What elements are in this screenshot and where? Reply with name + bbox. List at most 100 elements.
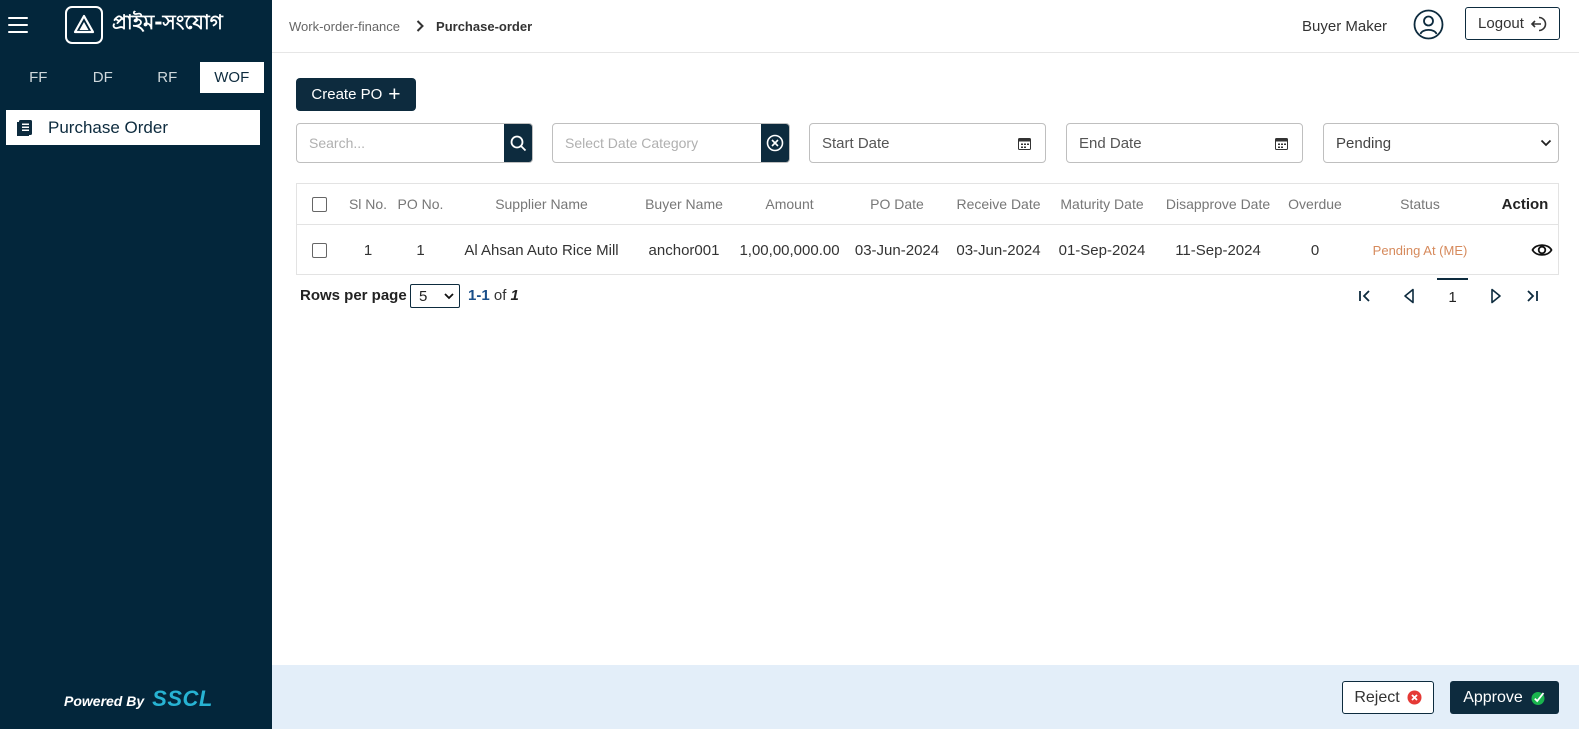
- row-checkbox[interactable]: [311, 242, 327, 258]
- rows-per-page-label: Rows per page: [300, 287, 407, 304]
- date-category-field: [552, 123, 790, 163]
- approve-button[interactable]: Approve: [1450, 681, 1559, 714]
- column-header-disapprove-date[interactable]: Disapprove Date: [1157, 184, 1279, 224]
- chevron-down-icon: [444, 292, 454, 299]
- finance-tabs: FF DF RF WOF: [6, 62, 264, 93]
- status-badge: Pending At (ME): [1372, 242, 1468, 258]
- column-header-maturity-date[interactable]: Maturity Date: [1050, 184, 1154, 224]
- tab-wof[interactable]: WOF: [199, 62, 264, 93]
- plus-icon: +: [388, 83, 401, 106]
- user-name: Buyer Maker: [1302, 17, 1388, 35]
- column-header-overdue[interactable]: Overdue: [1281, 184, 1349, 224]
- last-page-icon: [1527, 290, 1538, 302]
- cell-amount: 1,00,00,000.00: [739, 241, 840, 259]
- cell-po-date: 03-Jun-2024: [854, 241, 940, 259]
- column-header-amount[interactable]: Amount: [737, 184, 842, 224]
- table-row: 1 1 Al Ahsan Auto Rice Mill anchor001 1,…: [297, 225, 1558, 275]
- rows-per-page-select[interactable]: 5: [410, 284, 460, 308]
- column-header-po-no[interactable]: PO No.: [394, 184, 447, 224]
- search-input[interactable]: [297, 124, 505, 162]
- powered-by-brand: SSCL: [152, 686, 213, 711]
- app-logo: [65, 5, 103, 44]
- next-page-button[interactable]: [1486, 286, 1506, 306]
- page-number-current[interactable]: 1: [1437, 278, 1468, 308]
- tab-rf[interactable]: RF: [135, 62, 200, 93]
- approve-label: Approve: [1463, 688, 1523, 706]
- approve-check-icon: [1531, 691, 1545, 705]
- create-po-label: Create PO: [311, 86, 383, 103]
- cell-supplier-name: Al Ahsan Auto Rice Mill: [464, 241, 619, 259]
- rows-per-page-value: 5: [419, 287, 428, 305]
- cell-overdue: 0: [1310, 241, 1320, 259]
- page-of-label: of: [493, 287, 507, 304]
- search-icon: [510, 135, 526, 151]
- column-header-buyer-name[interactable]: Buyer Name: [634, 184, 734, 224]
- sidebar-item-purchase-order[interactable]: Purchase Order: [6, 110, 260, 145]
- page-range-value: 1-1: [468, 287, 490, 304]
- reject-x-icon: [1407, 690, 1422, 705]
- status-filter-select[interactable]: Pending: [1323, 123, 1559, 163]
- cell-po-no: 1: [416, 241, 425, 259]
- cell-buyer-name: anchor001: [648, 241, 720, 259]
- clear-date-category-button[interactable]: [761, 124, 789, 162]
- status-filter-value: Pending: [1336, 134, 1392, 152]
- logo-icon: [73, 14, 95, 33]
- end-date-label: End Date: [1079, 134, 1142, 152]
- column-header-receive-date[interactable]: Receive Date: [948, 184, 1049, 224]
- calendar-icon: [1018, 137, 1031, 150]
- table-header-row: Sl No. PO No. Supplier Name Buyer Name A…: [297, 184, 1558, 225]
- previous-page-button[interactable]: [1399, 286, 1419, 306]
- eye-icon[interactable]: [1531, 242, 1553, 258]
- breadcrumb-work-order-finance[interactable]: Work-order-finance: [289, 19, 400, 34]
- brand-name: প্রাইম-সংযোগ: [112, 10, 223, 34]
- search-button[interactable]: [504, 124, 532, 162]
- logout-label: Logout: [1478, 15, 1524, 32]
- chevron-right-icon: [416, 20, 424, 32]
- chevron-down-icon: [1540, 139, 1552, 147]
- cell-receive-date: 03-Jun-2024: [956, 241, 1041, 259]
- row-select-cell: [307, 225, 331, 275]
- page-range: 1-1 of 1: [468, 287, 519, 304]
- column-header-action: Action: [1501, 195, 1549, 213]
- top-header: Work-order-finance Purchase-order Buyer …: [272, 0, 1579, 53]
- search-field: [296, 123, 533, 163]
- reject-label: Reject: [1354, 688, 1400, 706]
- last-page-button[interactable]: [1522, 286, 1542, 306]
- calendar-icon: [1275, 137, 1288, 150]
- first-page-button[interactable]: [1355, 286, 1375, 306]
- column-header-status[interactable]: Status: [1360, 184, 1480, 224]
- cell-maturity-date: 01-Sep-2024: [1058, 241, 1146, 259]
- tab-ff[interactable]: FF: [6, 62, 71, 93]
- view-action-cell: [1527, 225, 1557, 275]
- user-avatar-icon[interactable]: [1413, 9, 1444, 40]
- document-list-icon: [17, 119, 32, 136]
- page-total: 1: [510, 287, 519, 304]
- tab-df[interactable]: DF: [71, 62, 136, 93]
- reject-button[interactable]: Reject: [1342, 681, 1434, 714]
- end-date-field[interactable]: End Date: [1066, 123, 1303, 163]
- first-page-icon: [1359, 290, 1370, 302]
- powered-by-label: Powered By: [64, 693, 145, 709]
- cell-sl-no: 1: [363, 241, 373, 259]
- date-category-input[interactable]: [553, 124, 761, 162]
- column-header-sl-no[interactable]: Sl No.: [343, 184, 393, 224]
- cell-disapprove-date: 11-Sep-2024: [1175, 241, 1261, 259]
- triangle-left-icon: [1404, 288, 1414, 304]
- column-header-po-date[interactable]: PO Date: [847, 184, 947, 224]
- sidebar-header: প্রাইম-সংযোগ: [0, 0, 272, 49]
- select-all-cell: [307, 184, 331, 224]
- start-date-field[interactable]: Start Date: [809, 123, 1046, 163]
- sidebar-item-label: Purchase Order: [48, 117, 168, 137]
- logout-icon: [1530, 16, 1547, 31]
- powered-by: Powered By SSCL: [64, 686, 213, 712]
- create-po-button[interactable]: Create PO +: [296, 78, 416, 111]
- select-all-checkbox[interactable]: [311, 196, 327, 212]
- hamburger-menu-icon[interactable]: [8, 16, 28, 33]
- column-header-supplier-name[interactable]: Supplier Name: [454, 184, 629, 224]
- purchase-order-table: Sl No. PO No. Supplier Name Buyer Name A…: [296, 183, 1559, 275]
- sidebar: প্রাইম-সংযোগ FF DF RF WOF Purchase Order…: [0, 0, 272, 729]
- triangle-right-icon: [1491, 288, 1501, 304]
- start-date-label: Start Date: [822, 134, 890, 152]
- breadcrumb-purchase-order: Purchase-order: [436, 18, 533, 34]
- logout-button[interactable]: Logout: [1465, 7, 1560, 40]
